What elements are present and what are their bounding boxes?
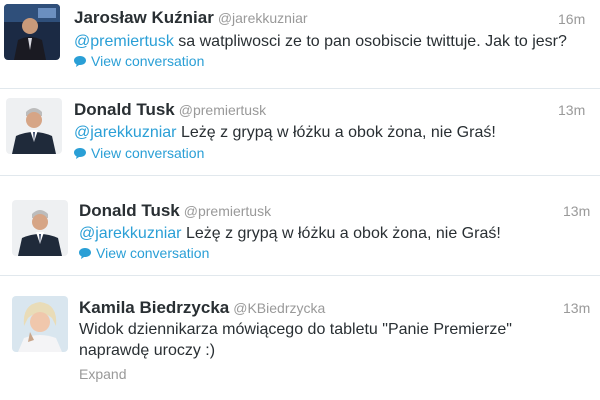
- tweet-item[interactable]: Donald Tusk @premiertusk 13m @jarekkuznia…: [0, 186, 600, 272]
- author-handle[interactable]: @jarekkuzniar: [218, 10, 308, 26]
- avatar-image-icon: [4, 4, 60, 60]
- speech-bubble-icon: [74, 147, 86, 159]
- speech-bubble-icon: [79, 247, 91, 259]
- tweet-timestamp[interactable]: 13m: [558, 102, 585, 118]
- tweet-header: Donald Tusk @premiertusk: [79, 201, 271, 221]
- speech-bubble-icon: [74, 55, 86, 67]
- avatar-image-icon: [12, 200, 68, 256]
- mention-link[interactable]: @jarekkuzniar: [79, 225, 182, 242]
- tweet-timestamp[interactable]: 16m: [558, 11, 585, 27]
- author-name[interactable]: Donald Tusk: [74, 100, 175, 119]
- expand-link[interactable]: Expand: [79, 366, 126, 382]
- tweet-timestamp[interactable]: 13m: [563, 203, 590, 219]
- avatar-image-icon: [12, 296, 68, 352]
- tweet-header: Kamila Biedrzycka @KBiedrzycka: [79, 298, 325, 318]
- tweet-item[interactable]: Jarosław Kuźniar @jarekkuzniar 16m @premi…: [0, 0, 600, 88]
- tweet-body-line-1: Widok dziennikarza mówiącego do tabletu …: [79, 321, 512, 338]
- view-conversation-link[interactable]: View conversation: [79, 245, 209, 261]
- author-handle[interactable]: @KBiedrzycka: [233, 300, 325, 316]
- tweet-item[interactable]: Kamila Biedrzycka @KBiedrzycka 13m Widok …: [0, 280, 600, 400]
- view-conversation-label: View conversation: [96, 245, 210, 261]
- tweet-body-line-2: naprawdę uroczy :): [79, 342, 216, 359]
- tweet-body: Leżę z grypą w łóżku a obok żona, nie Gr…: [176, 124, 496, 141]
- author-name[interactable]: Donald Tusk: [79, 201, 180, 220]
- tweet-header: Jarosław Kuźniar @jarekkuzniar: [74, 8, 308, 28]
- avatar[interactable]: [4, 4, 60, 60]
- tweet-text: @premiertusk sa watpliwosci ze to pan os…: [74, 31, 567, 52]
- expand-label: Expand: [79, 366, 127, 382]
- avatar-image-icon: [6, 98, 62, 154]
- tweet-timeline: Jarosław Kuźniar @jarekkuzniar 16m @premi…: [0, 0, 600, 400]
- author-name[interactable]: Jarosław Kuźniar: [74, 8, 214, 27]
- avatar[interactable]: [12, 296, 68, 352]
- tweet-body: sa watpliwosci ze to pan osobiscie twitt…: [173, 33, 567, 50]
- mention-link[interactable]: @jarekkuzniar: [74, 124, 177, 141]
- tweet-divider: [0, 175, 600, 176]
- tweet-text: @jarekkuzniar Leżę z grypą w łóżku a obo…: [79, 223, 501, 244]
- mention-link[interactable]: @premiertusk: [74, 33, 174, 50]
- view-conversation-label: View conversation: [91, 145, 205, 161]
- view-conversation-link[interactable]: View conversation: [74, 53, 204, 69]
- author-handle[interactable]: @premiertusk: [179, 102, 266, 118]
- tweet-body: Leżę z grypą w łóżku a obok żona, nie Gr…: [181, 225, 501, 242]
- tweet-text: Widok dziennikarza mówiącego do tabletu …: [79, 319, 512, 361]
- tweet-header: Donald Tusk @premiertusk: [74, 100, 266, 120]
- view-conversation-label: View conversation: [91, 53, 205, 69]
- tweet-timestamp[interactable]: 13m: [563, 300, 590, 316]
- tweet-text: @jarekkuzniar Leżę z grypą w łóżku a obo…: [74, 122, 496, 143]
- tweet-divider: [0, 275, 600, 276]
- tweet-item[interactable]: Donald Tusk @premiertusk 13m @jarekkuznia…: [0, 89, 600, 175]
- avatar[interactable]: [6, 98, 62, 154]
- author-handle[interactable]: @premiertusk: [184, 203, 271, 219]
- avatar[interactable]: [12, 200, 68, 256]
- view-conversation-link[interactable]: View conversation: [74, 145, 204, 161]
- author-name[interactable]: Kamila Biedrzycka: [79, 298, 229, 317]
